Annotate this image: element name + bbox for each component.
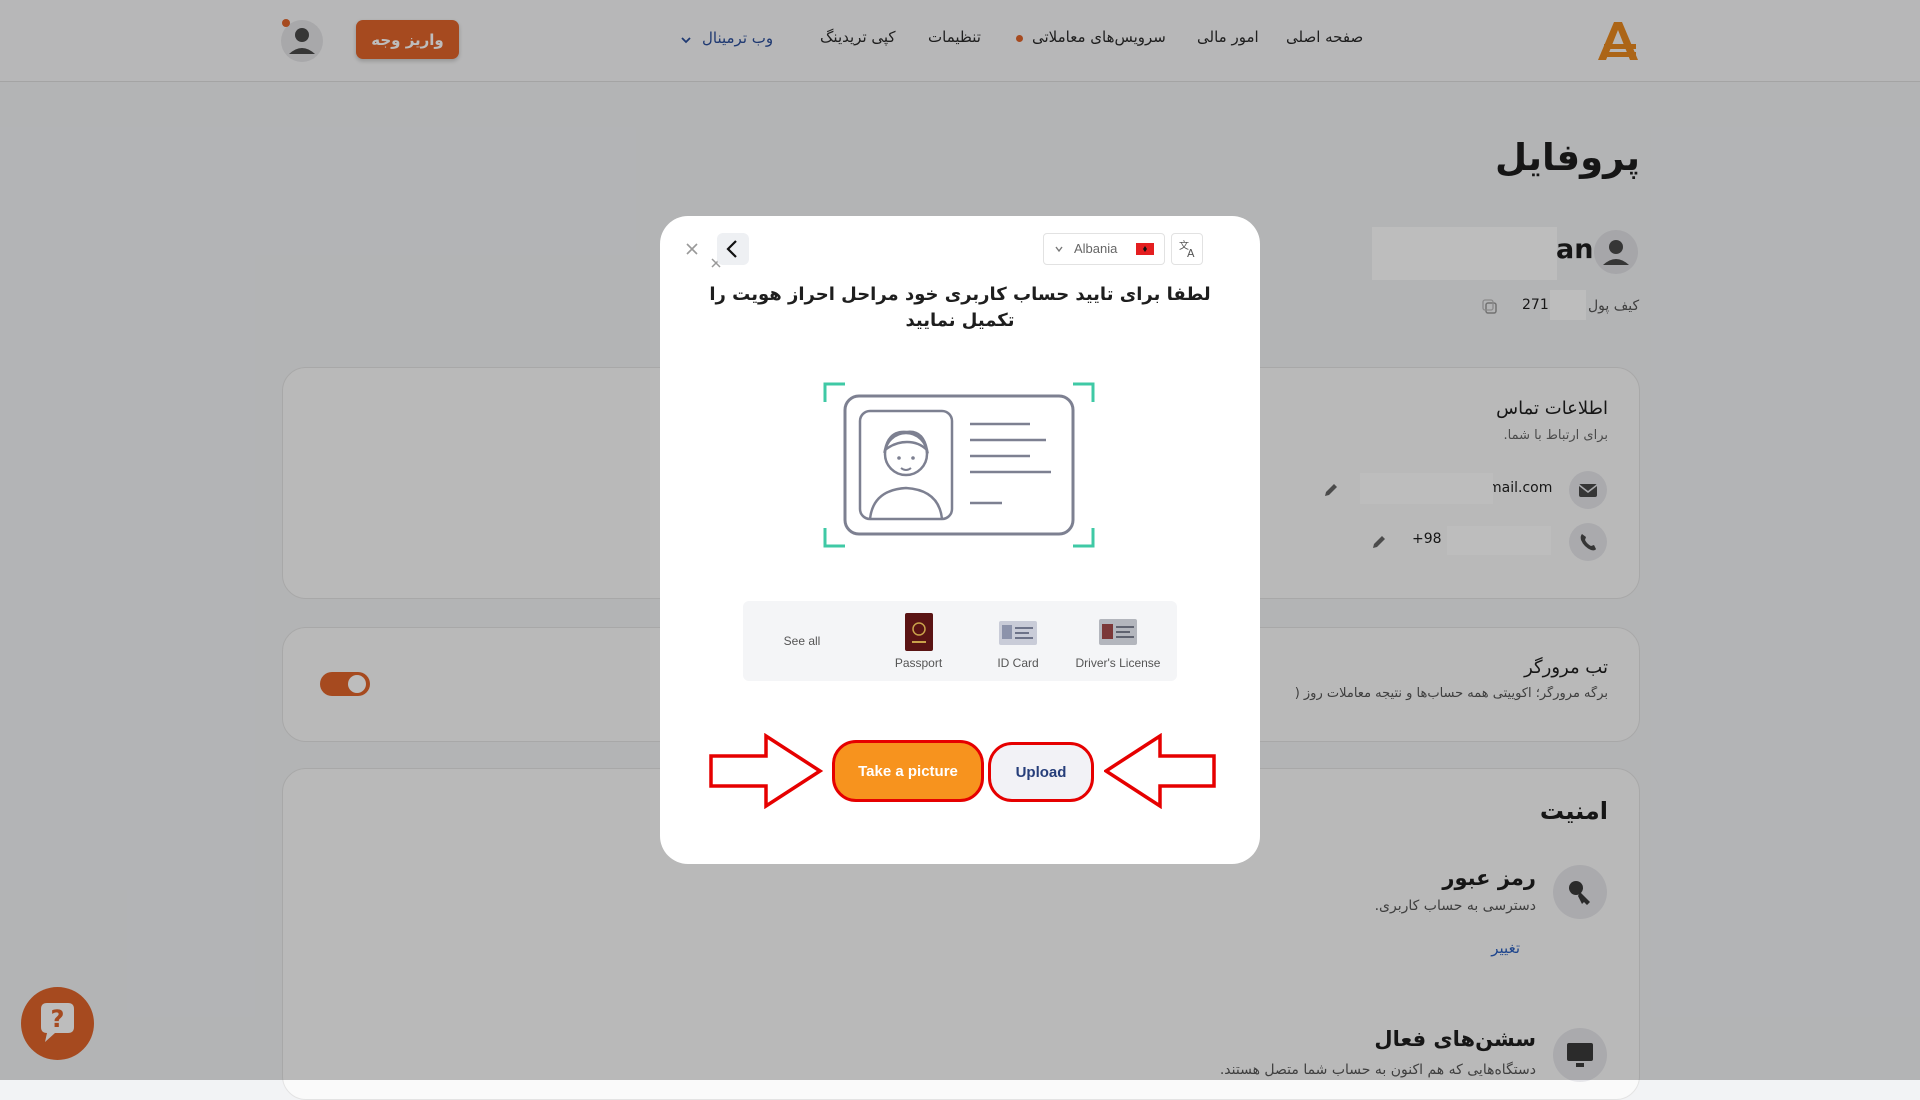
chevron-left-icon (726, 240, 737, 258)
modal-heading-line1: لطفا برای تایید حساب کاربری خود مراحل اح… (709, 284, 1211, 305)
id-card-illustration (823, 382, 1095, 548)
modal-heading-line2: تکمیل نمایید (905, 310, 1015, 331)
doc-drivers-license-label: Driver's License (1075, 656, 1161, 670)
arrow-right-icon (709, 733, 824, 809)
see-all-link[interactable]: See all (760, 634, 844, 648)
doc-passport[interactable]: Passport (863, 613, 974, 673)
close-icon[interactable] (684, 241, 700, 257)
svg-text:A: A (1187, 247, 1195, 260)
doc-id-card-label: ID Card (997, 656, 1039, 670)
upload-button[interactable]: Upload (988, 742, 1094, 802)
passport-icon (905, 613, 933, 651)
back-button[interactable] (717, 233, 749, 265)
drivers-license-icon (1099, 619, 1137, 645)
language-button[interactable]: 文 A (1171, 233, 1203, 265)
arrow-left-icon (1104, 733, 1216, 809)
doc-id-card[interactable]: ID Card (968, 613, 1068, 673)
id-card-icon (999, 621, 1037, 645)
doc-drivers-license[interactable]: Driver's License (1068, 613, 1168, 673)
modal-heading: لطفا برای تایید حساب کاربری خود مراحل اح… (700, 282, 1220, 334)
albania-flag-icon (1136, 243, 1154, 255)
chevron-down-icon (1055, 246, 1063, 253)
doc-passport-label: Passport (894, 656, 943, 670)
country-name: Albania (1074, 241, 1118, 256)
country-select[interactable]: Albania (1043, 233, 1165, 265)
translate-icon: 文 A (1179, 239, 1195, 260)
take-picture-button[interactable]: Take a picture (832, 740, 984, 802)
